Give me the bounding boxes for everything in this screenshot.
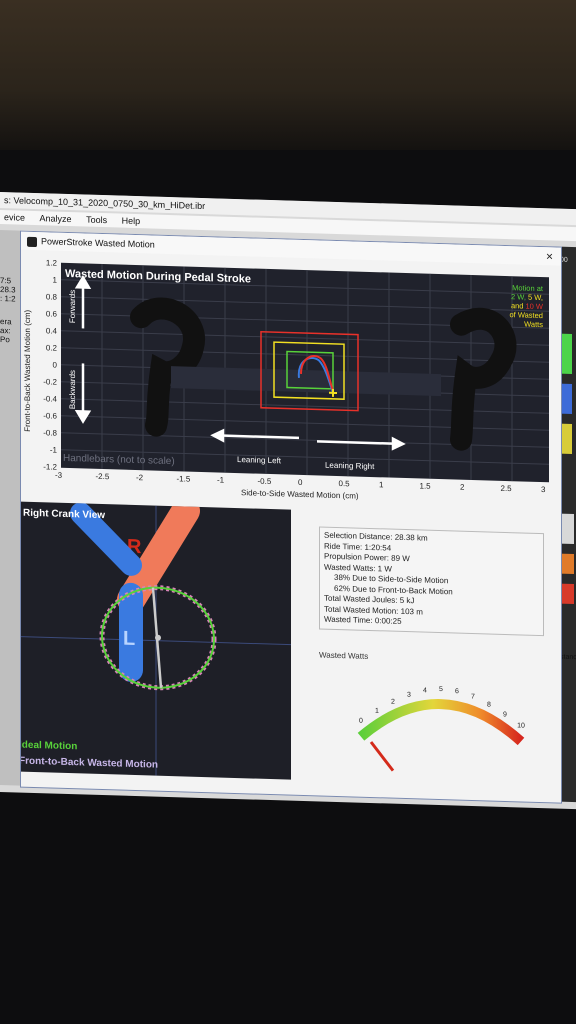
x-tick-label: -2.5: [95, 471, 110, 482]
gauge-label: Wasted Watts: [319, 650, 369, 661]
right-hood-shape: [450, 307, 517, 451]
gauge-tick-label: 1: [375, 708, 379, 715]
y-tick-label: 0.2: [45, 343, 57, 353]
wasted-motion-legend: Front-to-Back Wasted Motion: [21, 756, 158, 771]
gauge-tick-label: 3: [407, 692, 411, 699]
ideal-motion-legend: Ideal Motion: [21, 740, 77, 753]
gauge-tick-label: 9: [503, 711, 507, 718]
legend-five-watt: 5 W,: [528, 293, 543, 302]
crank-svg: R L Right Crank View Ideal Motion Front-…: [19, 496, 291, 776]
screen: s: Velocomp_10_31_2020_0750_30_km_HiDet.…: [0, 192, 576, 810]
x-tick-label: 1.5: [419, 481, 431, 491]
leaning-right-label: Leaning Right: [325, 461, 375, 471]
legend-and: and: [511, 301, 524, 310]
gauge-tick-label: 8: [487, 701, 491, 708]
bg-graph: [560, 513, 574, 545]
gauge-tick-label: 0: [359, 718, 363, 725]
x-tick-label: 0: [298, 477, 303, 487]
x-tick-label: 2.5: [500, 483, 512, 494]
gauge-tick-label: 2: [391, 699, 395, 706]
legend-two-watt: 2 W,: [511, 292, 526, 301]
y-tick-label: -0.8: [43, 428, 57, 438]
crank-view-title: Right Crank View: [23, 508, 105, 521]
menu-tools[interactable]: Tools: [86, 215, 107, 226]
y-tick-label: 0.4: [45, 326, 57, 336]
y-tick-label: 0.8: [45, 292, 57, 302]
bg-graph: [560, 583, 574, 605]
bg-label: : 1:2: [0, 294, 16, 304]
background-wall: [0, 0, 576, 150]
menu-device[interactable]: evice: [4, 212, 25, 223]
y-tick-label: 1.2: [45, 258, 57, 268]
x-tick-label: 1: [379, 480, 384, 490]
gauge-tick-label: 5: [439, 686, 443, 693]
x-tick-label: 0.5: [338, 479, 350, 489]
background-app-panel-right: 00 stance: [560, 246, 576, 803]
forwards-label: Forwards: [68, 290, 77, 324]
x-tick-label: 3: [541, 485, 546, 495]
wasted-motion-dialog: PowerStroke Wasted Motion × 1.2 1 0.8 0.6 0.…: [19, 230, 562, 804]
stats-panel: Selection Distance: 28.38 km Ride Time: …: [319, 526, 544, 637]
gauge-needle: [369, 741, 395, 772]
y-tick-label: 0: [52, 360, 57, 370]
dialog-title: PowerStroke Wasted Motion: [41, 236, 155, 250]
x-tick-label: -0.5: [257, 476, 272, 487]
bg-label: Po: [0, 335, 10, 345]
gauge-tick-label: 7: [471, 693, 475, 700]
close-button[interactable]: ×: [546, 247, 553, 265]
gauge-arc: [357, 699, 525, 746]
bg-graph: [560, 553, 574, 575]
legend-line: Watts: [524, 320, 543, 330]
leaning-left-label: Leaning Left: [237, 455, 282, 465]
gauge-tick-label: 4: [423, 687, 427, 694]
gauge-tick-label: 6: [455, 688, 459, 695]
direction-arrows: [74, 275, 406, 451]
crank-view-panel: R L Right Crank View Ideal Motion Front-…: [19, 496, 291, 780]
y-tick-label: -0.6: [43, 411, 57, 421]
background-app-panel-left: 7:5 28.3 : 1:2 era ax: Po: [0, 230, 20, 786]
y-tick-label: -1: [49, 445, 57, 455]
y-tick-label: 1: [52, 275, 57, 285]
wasted-watts-gauge: 0 1 2 3 4 5 6 7 8 9 10: [331, 661, 551, 778]
menu-help[interactable]: Help: [122, 216, 141, 227]
handlebars-label: Handlebars (not to scale): [63, 453, 175, 467]
bg-label: stance: [560, 653, 576, 662]
left-crank-label: L: [123, 628, 135, 650]
x-tick-label: -3: [55, 470, 63, 480]
bg-label: 00: [560, 256, 568, 264]
wasted-motion-plot: Wasted Motion During Pedal Stroke Forwar…: [61, 262, 549, 483]
y-tick-label: 0.6: [45, 309, 57, 319]
x-axis-label: Side-to-Side Wasted Motion (cm): [241, 488, 359, 501]
x-tick-label: -2: [136, 473, 144, 483]
handlebar-shape: [171, 366, 441, 397]
x-tick-label: -1.5: [176, 474, 191, 484]
plot-svg: Wasted Motion During Pedal Stroke Forwar…: [61, 264, 549, 482]
x-tick-label: -1: [217, 475, 225, 485]
backwards-label: Backwards: [68, 370, 77, 409]
legend-line: of Wasted: [510, 310, 543, 320]
watt-legend: Motion at 2 W, 5 W, and 10 W of Wasted Wat…: [510, 283, 544, 329]
y-tick-label: -0.4: [43, 394, 57, 404]
gauge-tick-label: 10: [517, 722, 525, 729]
x-tick-label: 2: [460, 482, 465, 492]
app-icon: [27, 236, 37, 247]
left-crank-upper: [70, 502, 142, 576]
menu-analyze[interactable]: Analyze: [40, 213, 72, 224]
gauge-svg: 0 1 2 3 4 5 6 7 8 9 10: [357, 686, 525, 772]
y-tick-label: -0.2: [43, 377, 57, 387]
y-axis-label: Front-to-Back Wasted Motion (cm): [23, 309, 32, 432]
